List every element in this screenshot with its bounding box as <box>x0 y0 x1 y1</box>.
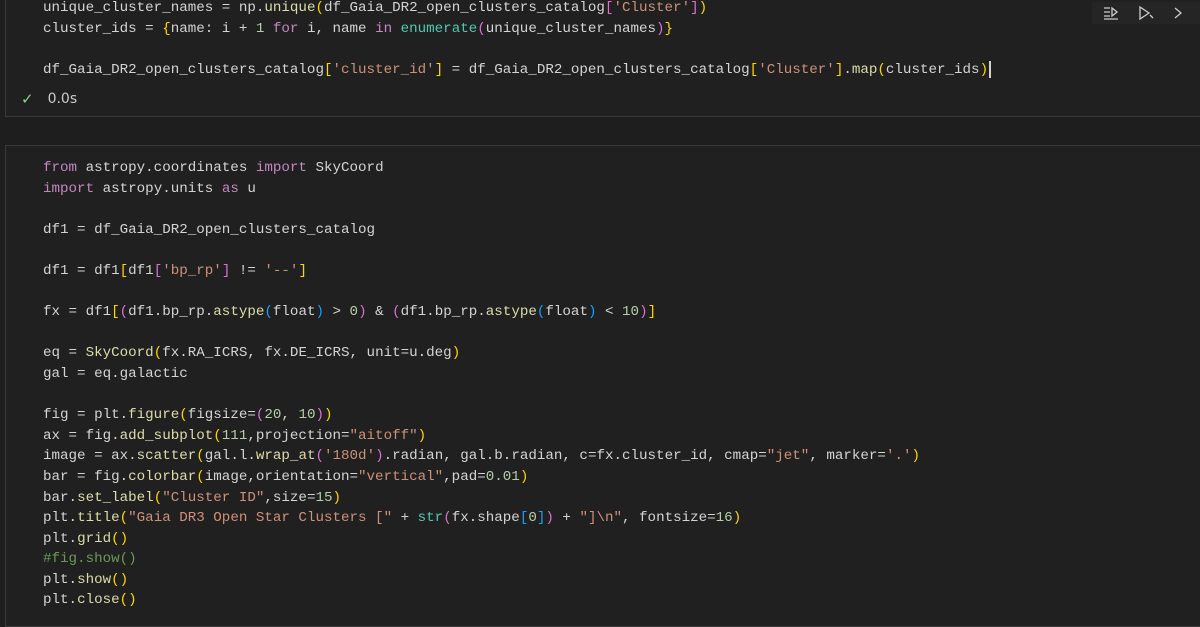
code-line: df1 = df1[df1['bp_rp'] != '--'] <box>43 262 307 279</box>
code-editor-1[interactable]: unique_cluster_names = np.unique(df_Gaia… <box>43 0 991 80</box>
code-editor-2[interactable]: from astropy.coordinates import SkyCoord… <box>43 158 920 611</box>
cell-status: ✓ 0.0s <box>21 88 77 110</box>
code-line: plt.show() <box>43 571 129 588</box>
code-line: plt.close() <box>43 592 137 609</box>
code-line: fx = df1[(df1.bp_rp.astype(float) > 0) &… <box>43 304 657 321</box>
code-line: df1 = df_Gaia_DR2_open_clusters_catalog <box>43 221 376 238</box>
code-cell-1[interactable]: unique_cluster_names = np.unique(df_Gaia… <box>5 0 1200 117</box>
code-line: bar.set_label("Cluster ID",size=15) <box>43 489 342 506</box>
code-line: fig = plt.figure(figsize=(20, 10)) <box>43 407 333 424</box>
cell-toolbar <box>1092 2 1200 24</box>
run-cell-icon[interactable] <box>1136 3 1156 23</box>
code-line: image = ax.scatter(gal.l.wrap_at('180d')… <box>43 448 920 465</box>
more-actions-icon[interactable] <box>1170 3 1190 23</box>
code-line: plt.grid() <box>43 530 129 547</box>
execution-time: 0.0s <box>47 91 78 107</box>
text-cursor <box>989 60 991 78</box>
code-cell-2[interactable]: from astropy.coordinates import SkyCoord… <box>5 145 1200 627</box>
code-line: import astropy.units as u <box>43 180 256 197</box>
run-by-line-icon[interactable] <box>1102 3 1122 23</box>
check-icon: ✓ <box>21 90 34 108</box>
code-line: plt.title("Gaia DR3 Open Star Clusters [… <box>43 510 742 527</box>
code-line: from astropy.coordinates import SkyCoord <box>43 160 384 176</box>
code-line: ax = fig.add_subplot(111,projection="ait… <box>43 427 427 444</box>
code-line: bar = fig.colorbar(image,orientation="ve… <box>43 468 529 485</box>
code-line: cluster_ids = {name: i + 1 for i, name i… <box>43 20 674 37</box>
code-line: gal = eq.galactic <box>43 365 188 382</box>
code-line-text: df_Gaia_DR2_open_clusters_catalog['clust… <box>43 61 989 78</box>
code-comment-line: #fig.show() <box>43 551 137 568</box>
code-line: unique_cluster_names = np.unique(df_Gaia… <box>43 0 708 16</box>
code-line: eq = SkyCoord(fx.RA_ICRS, fx.DE_ICRS, un… <box>43 345 461 362</box>
code-line: df_Gaia_DR2_open_clusters_catalog['clust… <box>43 60 991 81</box>
